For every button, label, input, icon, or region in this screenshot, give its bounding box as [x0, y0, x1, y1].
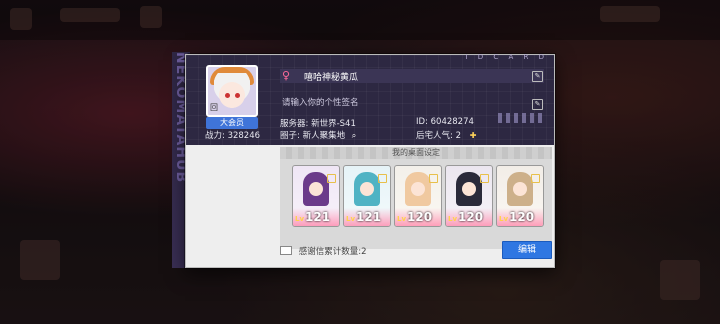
like-icon[interactable]: ✚: [470, 131, 477, 140]
card-level-prefix: Lv: [499, 215, 509, 223]
name-row: ♀ 嘻哈神秘黄瓜 ✎: [280, 69, 544, 83]
circle-label: 圈子:: [280, 131, 300, 141]
thanks-letter-count: 感谢信累计数量:2: [280, 245, 367, 257]
server-value: 新世界-S41: [311, 119, 356, 129]
desk-title: 我的桌面设定: [392, 148, 440, 157]
card-level-prefix: Lv: [295, 215, 305, 223]
desk-card[interactable]: Lv 121: [292, 165, 340, 227]
server-label: 服务器:: [280, 119, 309, 129]
popularity-label: 后宅人气:: [416, 131, 453, 141]
signature-placeholder: 请输入你的个性签名: [282, 98, 359, 108]
card-level: 120: [458, 210, 484, 224]
card-level-prefix: Lv: [397, 215, 407, 223]
character-face: [309, 182, 323, 196]
desk-card[interactable]: Lv 121: [343, 165, 391, 227]
card-level-prefix: Lv: [448, 215, 458, 223]
desk-cards: Lv 121 Lv 121 Lv 120 Lv 120 Lv 120: [292, 165, 544, 227]
character-face: [513, 182, 527, 196]
signature-row[interactable]: 请输入你的个性签名 ✎: [280, 95, 544, 110]
popularity-row: 后宅人气: 2 ✚: [416, 129, 476, 141]
card-level-prefix: Lv: [346, 215, 356, 223]
lock-icon: [480, 174, 489, 183]
avatar-eye: [225, 93, 230, 98]
female-gender-icon: ♀: [282, 69, 291, 82]
profile-header: I D C A R D 回 大会员 战力: 328246 ♀ 嘻哈神秘黄瓜 ✎ …: [186, 53, 554, 145]
avatar[interactable]: 回: [206, 65, 258, 117]
id-value: 60428274: [430, 117, 474, 127]
search-icon[interactable]: ⌕: [352, 131, 361, 140]
power-row: 战力: 328246: [205, 129, 260, 141]
character-face: [411, 182, 425, 196]
edit-button[interactable]: 编辑: [502, 241, 552, 259]
desk-card[interactable]: Lv 120: [445, 165, 493, 227]
desk-card[interactable]: Lv 120: [496, 165, 544, 227]
card-mark: I D C A R D: [465, 53, 548, 61]
circle-row: 圈子: 新人聚集地 ⌕: [280, 129, 361, 141]
character-face: [360, 182, 374, 196]
popularity-value: 2: [455, 131, 461, 141]
card-level: 120: [509, 210, 535, 224]
mail-icon: [280, 246, 292, 255]
profile-card-dialog: I D C A R D 回 大会员 战力: 328246 ♀ 嘻哈神秘黄瓜 ✎ …: [185, 53, 555, 268]
thanks-value: 2: [361, 247, 367, 257]
power-label: 战力:: [205, 131, 225, 141]
lock-icon: [327, 174, 336, 183]
id-row: ID: 60428274: [416, 117, 474, 127]
avatar-face: [214, 73, 250, 113]
desk-settings: 我的桌面设定 Lv 121 Lv 121 Lv 120 Lv 120 Lv 12…: [280, 147, 552, 249]
player-name: 嘻哈神秘黄瓜: [304, 73, 359, 83]
id-label: ID:: [416, 117, 428, 127]
desk-card[interactable]: Lv 120: [394, 165, 442, 227]
server-row: 服务器: 新世界-S41: [280, 117, 356, 129]
card-level: 120: [407, 210, 433, 224]
power-value: 328246: [227, 131, 261, 141]
card-level: 121: [305, 210, 331, 224]
lock-icon: [531, 174, 540, 183]
circle-value: 新人聚集地: [302, 131, 346, 141]
lock-icon: [429, 174, 438, 183]
card-level: 121: [356, 210, 382, 224]
lock-icon: [378, 174, 387, 183]
avatar-eye: [235, 93, 240, 98]
thanks-label: 感谢信累计数量:: [298, 247, 362, 257]
stripe-decoration: [498, 113, 546, 123]
avatar-caption: 回: [210, 103, 218, 112]
character-face: [462, 182, 476, 196]
edit-signature-icon[interactable]: ✎: [532, 99, 543, 110]
edit-name-icon[interactable]: ✎: [532, 71, 543, 82]
member-badge: 大会员: [206, 117, 258, 129]
